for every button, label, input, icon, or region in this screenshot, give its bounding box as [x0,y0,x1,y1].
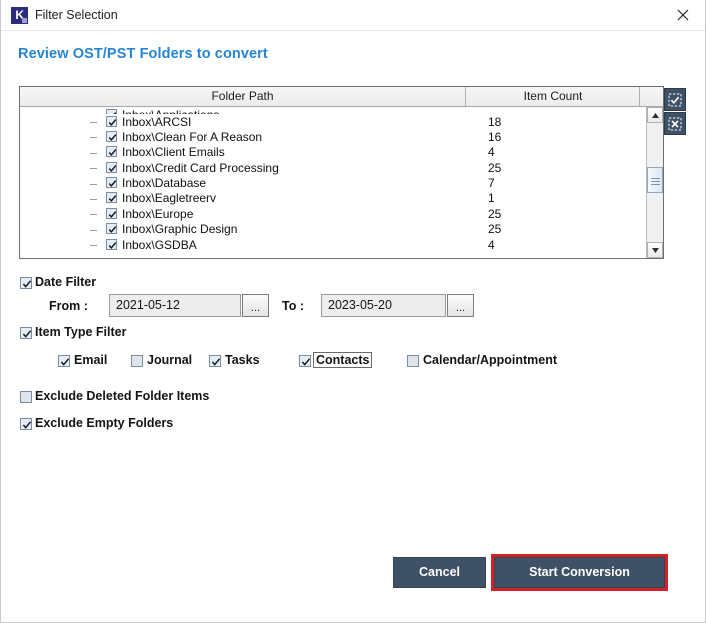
exclude-empty-checkbox[interactable] [20,418,32,430]
from-date-browse-button[interactable]: ... [242,294,269,317]
journal-checkbox[interactable] [131,355,143,367]
check-all-icon[interactable] [664,88,686,111]
folder-row[interactable]: Inbox\Applications [20,107,646,114]
folder-row[interactable]: Inbox\Credit Card Processing 25 [20,160,646,175]
tree-line-icon [90,152,97,154]
tree-line-icon [90,122,97,123]
folder-row[interactable]: Inbox\Eagletreerv 1 [20,191,646,206]
folder-row[interactable]: Inbox\Client Emails 4 [20,145,646,160]
window-title: Filter Selection [35,8,118,22]
folder-row-label: Inbox\Client Emails [122,145,225,160]
folder-row-count: 1 [488,191,495,206]
folder-row-label: Inbox\Eagletreerv [122,191,217,206]
tree-line-icon [90,214,97,216]
folder-row-label: Inbox\Europe [122,206,194,221]
folder-row-count: 25 [488,206,502,221]
folder-row-checkbox[interactable] [106,238,117,250]
folder-row[interactable]: Inbox\Europe 25 [20,206,646,221]
tree-line-icon [90,168,97,170]
from-date-field[interactable]: 2021-05-12 [109,294,241,317]
to-date-field[interactable]: 2023-05-20 [321,294,446,317]
folder-row[interactable]: Inbox\Database 7 [20,176,646,191]
to-date-browse-button[interactable]: ... [447,294,474,317]
date-filter-checkbox[interactable] [20,277,32,289]
tree-line-icon [90,198,97,200]
page-title: Review OST/PST Folders to convert [18,46,268,62]
calendar-checkbox[interactable] [407,355,419,367]
column-header-spacer [641,87,663,106]
folder-row-count: 18 [488,114,502,129]
journal-label: Journal [147,353,193,367]
item-type-filter-checkbox[interactable] [20,327,32,339]
folder-row-checkbox[interactable] [106,192,117,204]
folder-row-label: Inbox\GSDBA [122,237,197,252]
folder-row-label: Inbox\ARCSI [122,114,192,129]
folder-row-label: Inbox\Clean For A Reason [122,129,263,144]
folder-row-label: Inbox\Credit Card Processing [122,160,279,175]
folder-row-checkbox[interactable] [106,146,117,158]
scrollbar-thumb[interactable] [647,167,663,193]
folder-row[interactable]: Inbox\Clean For A Reason 16 [20,129,646,144]
tasks-label: Tasks [225,353,260,367]
contacts-checkbox[interactable] [299,355,311,367]
folder-row-label: Inbox\Database [122,176,207,191]
uncheck-all-icon[interactable] [664,112,686,135]
scroll-up-icon[interactable] [647,107,663,123]
folder-row-count: 25 [488,160,502,175]
folder-row-checkbox[interactable] [106,161,117,173]
filter-selection-dialog: K Filter Selection Review OST/PST Folder… [0,0,706,623]
exclude-deleted-checkbox[interactable] [20,391,32,403]
folder-row-label: Inbox\Graphic Design [122,222,238,237]
calendar-label: Calendar/Appointment [423,353,558,367]
folder-row-count: 25 [488,222,502,237]
date-filter-label[interactable]: Date Filter [35,275,96,289]
folder-list-body[interactable]: Inbox\ApplicationsInbox\ARCSI18Inbox\Cle… [20,107,646,258]
folder-row-count: 7 [488,176,495,191]
email-checkbox[interactable] [58,355,70,367]
tree-line-icon [90,245,97,247]
folder-row[interactable]: Inbox\ARCSI 18 [20,114,646,129]
start-conversion-button[interactable]: Start Conversion [494,557,665,588]
folder-row-checkbox[interactable] [106,223,117,235]
column-header-folder-path[interactable]: Folder Path [20,87,466,106]
tree-line-icon [90,183,97,185]
email-label: Email [74,353,108,367]
folder-row-checkbox[interactable] [106,177,117,189]
title-bar: K Filter Selection [1,0,705,31]
from-label: From : [49,299,88,313]
folder-row-count: 4 [488,237,495,252]
folder-row[interactable]: Inbox\Graphic Design 25 [20,222,646,237]
to-label: To : [282,299,304,313]
list-header: Folder Path Item Count [20,87,663,107]
folder-row-checkbox[interactable] [106,115,117,127]
folder-row-checkbox[interactable] [106,130,117,142]
folder-row-count: 16 [488,129,502,144]
folder-row[interactable]: Inbox\GSDBA 4 [20,237,646,252]
folder-list-scrollbar[interactable] [646,107,663,258]
cancel-button[interactable]: Cancel [393,557,486,588]
close-icon[interactable] [660,0,705,30]
tree-line-icon [90,229,97,231]
start-conversion-highlight: Start Conversion [491,554,668,591]
app-logo-icon: K [11,7,28,24]
scroll-down-icon[interactable] [647,242,663,258]
column-header-item-count[interactable]: Item Count [467,87,640,106]
folder-row-count: 4 [488,145,495,160]
tasks-checkbox[interactable] [209,355,221,367]
folder-list-panel: Folder Path Item Count Inbox\Application… [19,86,664,259]
tree-line-icon [90,137,97,139]
list-side-buttons [664,88,686,136]
exclude-empty-label[interactable]: Exclude Empty Folders [35,416,173,430]
item-type-filter-label[interactable]: Item Type Filter [35,325,126,339]
folder-row-checkbox[interactable] [106,207,117,219]
contacts-label: Contacts [313,352,373,368]
exclude-deleted-label[interactable]: Exclude Deleted Folder Items [35,389,209,403]
